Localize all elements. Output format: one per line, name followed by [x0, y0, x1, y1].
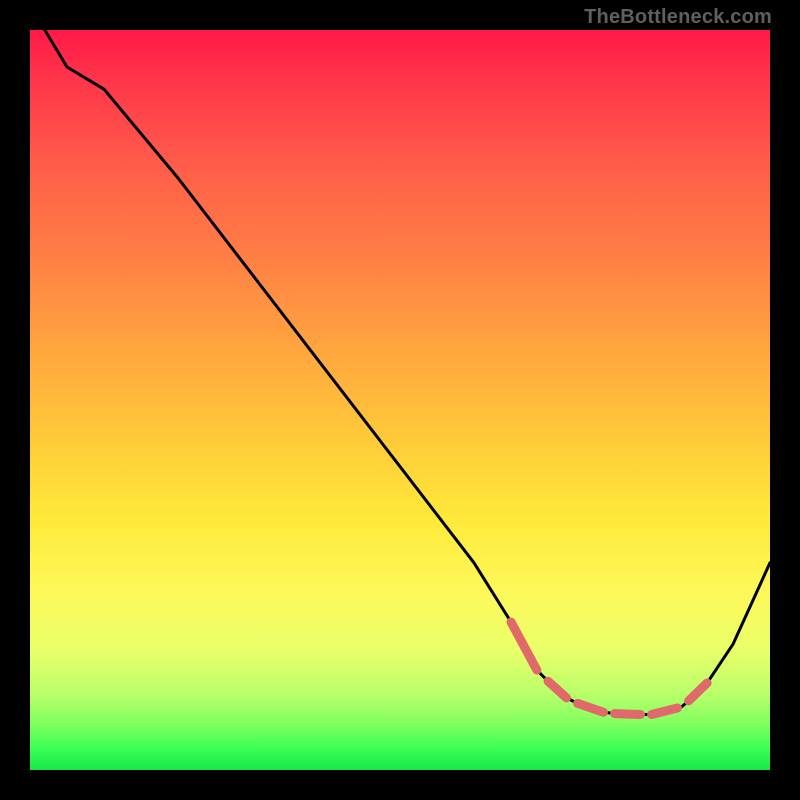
watermark-label: TheBottleneck.com	[584, 6, 772, 29]
dash-segment	[511, 622, 537, 670]
chart-svg	[30, 30, 770, 770]
dash-segment	[652, 708, 678, 715]
trough-dash-markers	[511, 622, 707, 715]
plot-area	[30, 30, 770, 770]
dash-segment	[615, 714, 641, 715]
bottleneck-curve	[45, 30, 770, 715]
chart-stage: TheBottleneck.com	[0, 0, 800, 800]
dash-segment	[548, 681, 567, 698]
dash-segment	[578, 703, 604, 712]
dash-segment	[689, 683, 708, 701]
